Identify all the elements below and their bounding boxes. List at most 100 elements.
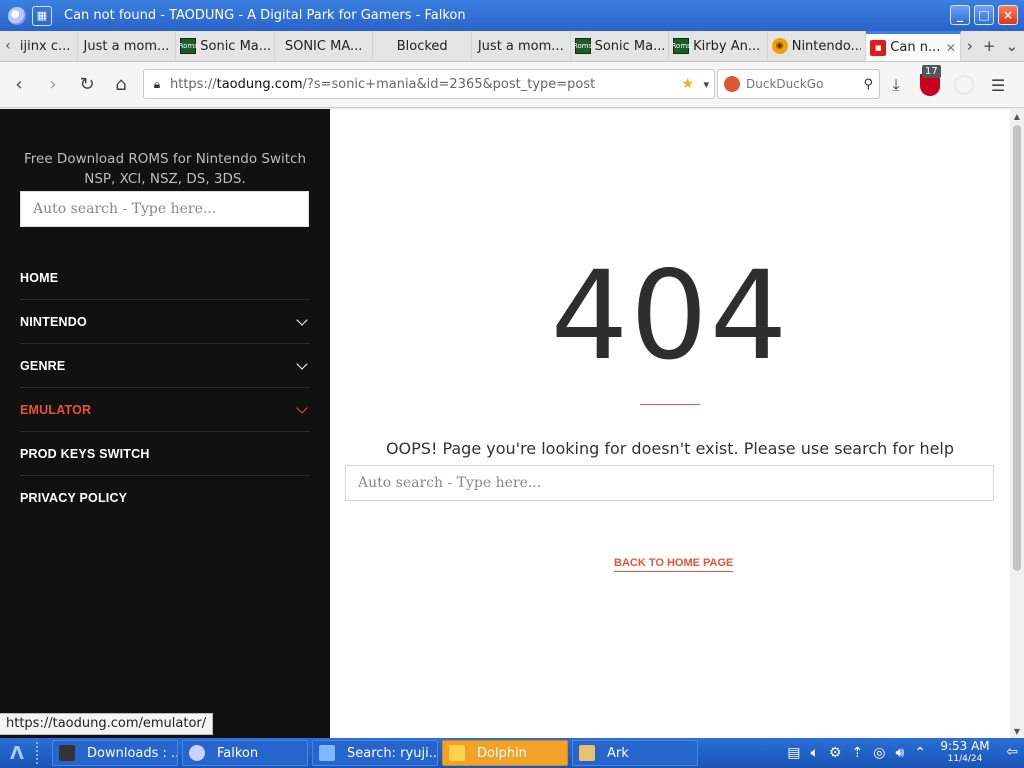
error-content: 404 OOPS! Page you're looking for doesn'…: [330, 109, 1010, 738]
tab[interactable]: Just a mom...: [472, 31, 571, 61]
tab-label: SONIC MA...: [284, 38, 363, 54]
downloads-icon[interactable]: ⤓: [884, 73, 908, 97]
task-label: Downloads : ...: [87, 745, 178, 761]
tab-list-dropdown-icon[interactable]: ⌄: [1005, 37, 1018, 55]
web-viewport: Free Download ROMS for Nintendo Switch N…: [0, 109, 1024, 738]
maximize-button[interactable]: □: [974, 5, 994, 25]
url-prefix: https://: [170, 76, 217, 92]
tab[interactable]: Roms Kirby An...: [669, 31, 768, 61]
menu-item-label: NINTENDO: [20, 314, 87, 329]
tray-expand-icon[interactable]: ⌃: [914, 745, 926, 761]
close-button[interactable]: ×: [998, 5, 1018, 25]
roms-favicon-icon: Roms: [671, 38, 691, 54]
network-icon[interactable]: ◎: [873, 745, 885, 761]
menu-item-emulator[interactable]: EMULATOR: [20, 388, 310, 432]
task-falkon[interactable]: Falkon: [182, 740, 308, 766]
falkon-app-icon[interactable]: [8, 6, 26, 25]
tab-bar: ‹ ijinx c... Just a mom... Roms Sonic Ma…: [0, 31, 1024, 62]
app-launcher-icon[interactable]: Λ: [4, 740, 30, 766]
task-label: Search: ryuji...: [347, 745, 438, 761]
menu-item-privacy-policy[interactable]: PRIVACY POLICY: [20, 476, 310, 520]
menu-item-label: PROD KEYS SWITCH: [20, 446, 150, 461]
menu-item-home[interactable]: HOME: [20, 256, 310, 300]
sidebar-search: [20, 191, 309, 227]
search-icon[interactable]: ⚲: [863, 77, 873, 92]
task-ark[interactable]: Ark: [572, 740, 698, 766]
main-search: [345, 465, 994, 501]
menu-item-label: GENRE: [20, 358, 66, 373]
url-history-dropdown-icon[interactable]: ▾: [703, 78, 709, 91]
back-icon[interactable]: ‹: [4, 70, 34, 100]
tab-scroll-left-icon[interactable]: ‹: [0, 31, 16, 61]
site-sidebar: Free Download ROMS for Nintendo Switch N…: [0, 109, 330, 738]
back-to-home-link[interactable]: BACK TO HOME PAGE: [614, 557, 734, 572]
site-tagline: Free Download ROMS for Nintendo Switch N…: [23, 151, 307, 187]
taskbar-separator: [36, 742, 46, 764]
window-titlebar: ▦ Can not found - TAODUNG - A Digital Pa…: [0, 0, 1024, 31]
volume-icon[interactable]: 🔈︎: [811, 745, 819, 761]
archive-icon: [579, 745, 595, 761]
settings-icon[interactable]: ⚙: [829, 745, 842, 761]
task-search[interactable]: Search: ryuji...: [312, 740, 438, 766]
tab[interactable]: SONIC MA...: [275, 31, 374, 61]
clipboard-icon[interactable]: ▤: [787, 745, 800, 761]
falkon-icon: [189, 745, 205, 761]
ublock-icon[interactable]: 17: [918, 65, 942, 97]
bookmark-star-icon[interactable]: ★: [681, 76, 694, 92]
duckduckgo-icon[interactable]: [724, 76, 740, 92]
clock-date: 11/4/24: [947, 754, 983, 764]
home-icon[interactable]: ⌂: [106, 70, 136, 100]
tab-active[interactable]: ■ Can n... ✕: [866, 31, 961, 61]
task-downloads[interactable]: Downloads : ...: [52, 740, 178, 766]
extension-icon[interactable]: [952, 73, 976, 97]
main-search-input[interactable]: [346, 466, 993, 500]
new-tab-button[interactable]: +: [983, 37, 996, 55]
update-icon[interactable]: ⇡: [851, 745, 863, 761]
window-title: Can not found - TAODUNG - A Digital Park…: [64, 8, 466, 23]
chevron-down-icon[interactable]: [296, 357, 308, 370]
blocked-count-badge: 17: [922, 65, 941, 78]
lock-icon[interactable]: 🔒︎: [144, 77, 170, 92]
menu-item-nintendo[interactable]: NINTENDO: [20, 300, 310, 344]
sidebar-search-input[interactable]: [21, 192, 308, 226]
clock[interactable]: 9:53 AM 11/4/24: [940, 740, 990, 766]
error-code: 404: [550, 245, 790, 387]
tab[interactable]: Roms Sonic Ma...: [176, 31, 275, 61]
tab[interactable]: ijinx c...: [16, 31, 78, 61]
tab-close-icon[interactable]: ✕: [946, 41, 956, 55]
chevron-down-icon[interactable]: [296, 401, 308, 414]
scroll-down-icon[interactable]: ▼: [1010, 724, 1024, 738]
tab[interactable]: Roms Sonic Ma...: [571, 31, 670, 61]
task-label: Dolphin: [477, 745, 527, 761]
show-desktop-icon[interactable]: ⇦: [1006, 744, 1018, 760]
scroll-up-icon[interactable]: ▲: [1010, 109, 1024, 123]
web-search-input[interactable]: [746, 77, 846, 91]
hamburger-menu-icon[interactable]: ☰: [986, 73, 1010, 97]
forward-icon[interactable]: ›: [38, 70, 68, 100]
scroll-thumb[interactable]: [1013, 125, 1021, 571]
address-bar[interactable]: 🔒︎ https://taodung.com/?s=sonic+mania&id…: [143, 69, 715, 99]
url-domain: taodung.com: [216, 76, 303, 92]
tab-label: Sonic Ma...: [200, 38, 270, 54]
tab-label: Sonic Ma...: [594, 38, 665, 54]
site-menu: HOME NINTENDO GENRE EMULATOR PROD KEYS S…: [20, 256, 310, 520]
chevron-down-icon[interactable]: [296, 313, 308, 326]
minimize-button[interactable]: _: [950, 5, 970, 25]
tab[interactable]: Blocked: [373, 31, 472, 61]
task-label: Falkon: [217, 745, 259, 761]
tab-scroll-right-icon[interactable]: ›: [967, 37, 973, 55]
tab[interactable]: ◉ Nintendo...: [768, 31, 867, 61]
menu-item-prod-keys-switch[interactable]: PROD KEYS SWITCH: [20, 432, 310, 476]
terminal-icon: [59, 745, 75, 761]
menu-item-genre[interactable]: GENRE: [20, 344, 310, 388]
tab-label: Blocked: [396, 38, 448, 54]
task-dolphin[interactable]: Dolphin: [442, 740, 568, 766]
tab-label: Can n...: [890, 40, 941, 55]
taodung-favicon-icon: ■: [870, 39, 887, 56]
web-search-bar[interactable]: ⚲: [717, 69, 880, 99]
window-menu-icon[interactable]: ▦: [32, 5, 52, 26]
reload-icon[interactable]: ↻: [72, 70, 102, 100]
page-scrollbar[interactable]: ▲ ▼: [1010, 109, 1024, 738]
speaker-icon[interactable]: 🔊︎: [895, 745, 904, 761]
tab[interactable]: Just a mom...: [78, 31, 177, 61]
